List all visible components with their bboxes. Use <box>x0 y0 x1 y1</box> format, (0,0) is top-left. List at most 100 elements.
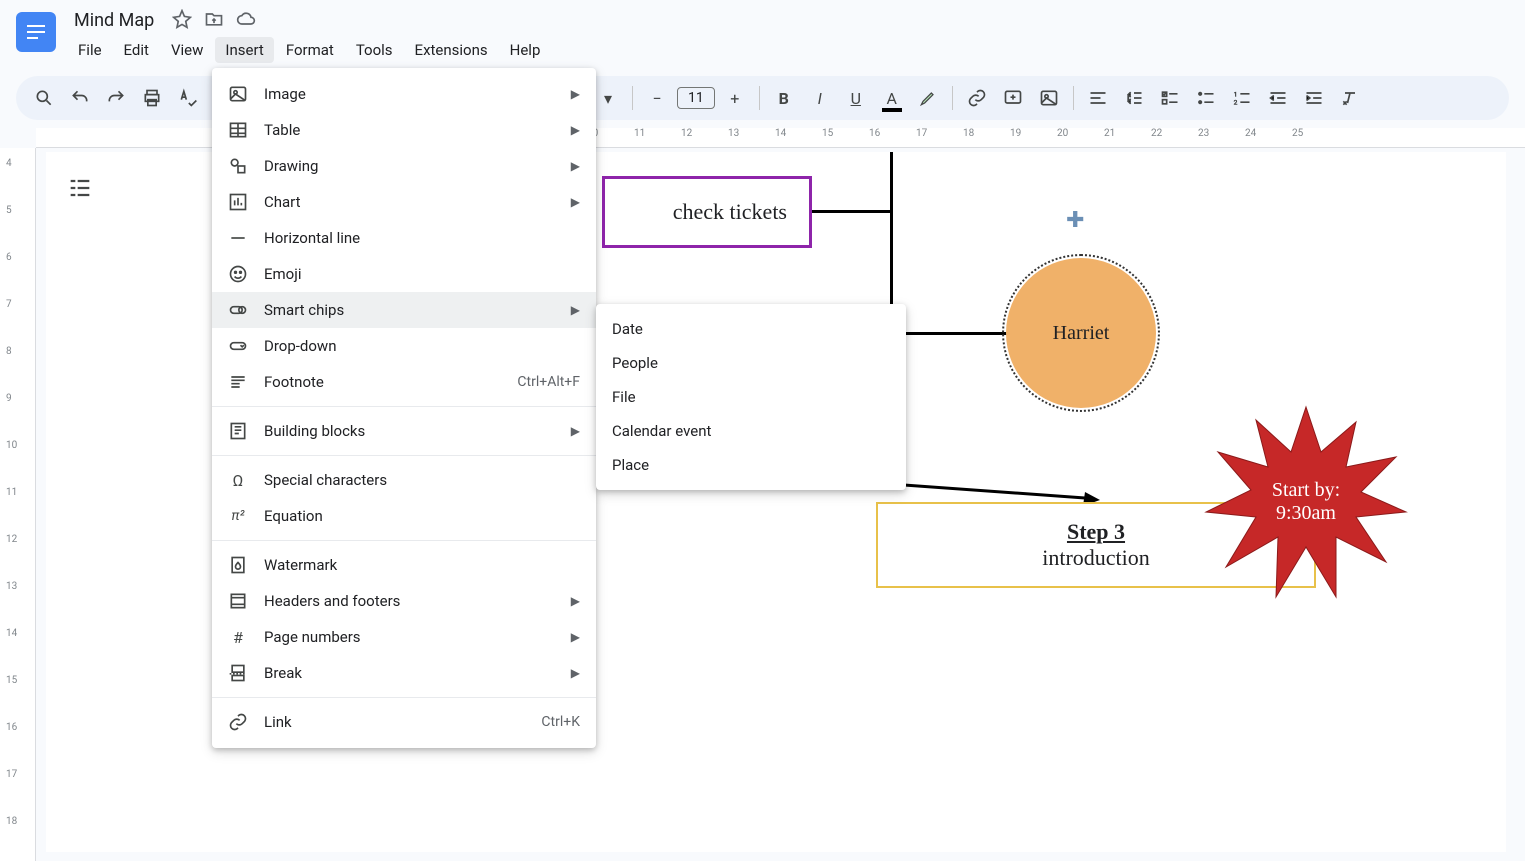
underline-icon[interactable]: U <box>840 82 872 114</box>
smartchip-file[interactable]: File <box>596 380 906 414</box>
insert-link[interactable]: LinkCtrl+K <box>212 704 596 740</box>
insert-emoji[interactable]: Emoji <box>212 256 596 292</box>
pagenum-icon: # <box>228 627 248 647</box>
insert-watermark[interactable]: Watermark <box>212 547 596 583</box>
bold-icon[interactable]: B <box>768 82 800 114</box>
shape-label: Start by: <box>1272 479 1340 502</box>
smartchip-place[interactable]: Place <box>596 448 906 482</box>
insert-break[interactable]: Break▶ <box>212 655 596 691</box>
document-title[interactable]: Mind Map <box>68 8 160 33</box>
outline-toggle-icon[interactable] <box>66 174 94 202</box>
indent-increase-icon[interactable] <box>1298 82 1330 114</box>
omega-icon: Ω <box>228 470 248 490</box>
chart-icon <box>228 192 248 212</box>
menubar: FileEditViewInsertFormatToolsExtensionsH… <box>68 37 550 63</box>
insert-page-numbers[interactable]: #Page numbers▶ <box>212 619 596 655</box>
emoji-icon <box>228 264 248 284</box>
italic-icon[interactable]: I <box>804 82 836 114</box>
star-icon[interactable] <box>172 9 192 33</box>
insert-special-characters[interactable]: ΩSpecial characters <box>212 462 596 498</box>
checklist-icon[interactable] <box>1154 82 1186 114</box>
footnote-icon <box>228 372 248 392</box>
submenu-arrow-icon: ▶ <box>571 424 580 438</box>
menu-extensions[interactable]: Extensions <box>405 37 498 63</box>
highlight-icon[interactable] <box>912 82 944 114</box>
bullets-icon[interactable] <box>1190 82 1222 114</box>
smartchip-people[interactable]: People <box>596 346 906 380</box>
spellcheck-icon[interactable] <box>172 82 204 114</box>
menu-view[interactable]: View <box>161 37 213 63</box>
menu-help[interactable]: Help <box>500 37 551 63</box>
numbered-list-icon[interactable]: 12 <box>1226 82 1258 114</box>
svg-text:2: 2 <box>1233 99 1237 107</box>
table-icon <box>228 120 248 140</box>
submenu-arrow-icon: ▶ <box>571 195 580 209</box>
smartchip-date[interactable]: Date <box>596 312 906 346</box>
chips-icon <box>228 300 248 320</box>
insert-building-blocks[interactable]: Building blocks▶ <box>212 413 596 449</box>
submenu-arrow-icon: ▶ <box>571 666 580 680</box>
insert-horizontal-line[interactable]: Horizontal line <box>212 220 596 256</box>
headers-icon <box>228 591 248 611</box>
insert-menu-dropdown: Image▶Table▶Drawing▶Chart▶Horizontal lin… <box>212 68 596 748</box>
break-icon <box>228 663 248 683</box>
comment-icon[interactable] <box>997 82 1029 114</box>
shape-harriet-circle[interactable]: Harriet <box>1006 258 1156 408</box>
menu-tools[interactable]: Tools <box>346 37 403 63</box>
hline-icon <box>228 228 248 248</box>
shape-label: 9:30am <box>1276 502 1336 525</box>
menu-file[interactable]: File <box>68 37 112 63</box>
link-icon[interactable] <box>961 82 993 114</box>
shape-label: Harriet <box>1053 322 1110 345</box>
shape-label: introduction <box>1042 545 1150 571</box>
svg-text:1: 1 <box>1233 90 1237 98</box>
dropdown-caret-icon[interactable]: ▾ <box>592 82 624 114</box>
align-icon[interactable] <box>1082 82 1114 114</box>
search-icon[interactable] <box>28 82 60 114</box>
image-icon[interactable] <box>1033 82 1065 114</box>
menu-format[interactable]: Format <box>276 37 344 63</box>
submenu-arrow-icon: ▶ <box>571 303 580 317</box>
connector-line <box>890 332 1010 335</box>
insert-footnote[interactable]: FootnoteCtrl+Alt+F <box>212 364 596 400</box>
insert-equation[interactable]: π²Equation <box>212 498 596 534</box>
font-size-input[interactable]: 11 <box>677 87 715 109</box>
line-spacing-icon[interactable] <box>1118 82 1150 114</box>
vertical-ruler: 456789101112131415161718 <box>0 148 36 861</box>
submenu-arrow-icon: ▶ <box>571 630 580 644</box>
insert-drawing[interactable]: Drawing▶ <box>212 148 596 184</box>
move-icon[interactable] <box>204 9 224 33</box>
smartchip-calendar-event[interactable]: Calendar event <box>596 414 906 448</box>
indent-decrease-icon[interactable] <box>1262 82 1294 114</box>
insert-headers-and-footers[interactable]: Headers and footers▶ <box>212 583 596 619</box>
clear-formatting-icon[interactable] <box>1334 82 1366 114</box>
docs-logo[interactable] <box>16 12 56 52</box>
link-icon <box>228 712 248 732</box>
shape-check-tickets[interactable]: check tickets <box>602 176 812 248</box>
decrease-font-icon[interactable]: − <box>641 82 673 114</box>
submenu-arrow-icon: ▶ <box>571 87 580 101</box>
insert-image[interactable]: Image▶ <box>212 76 596 112</box>
blocks-icon <box>228 421 248 441</box>
insert-smart-chips[interactable]: Smart chips▶ <box>212 292 596 328</box>
undo-icon[interactable] <box>64 82 96 114</box>
cloud-status-icon[interactable] <box>236 9 256 33</box>
submenu-arrow-icon: ▶ <box>571 123 580 137</box>
insert-chart[interactable]: Chart▶ <box>212 184 596 220</box>
plus-cross-icon: ✚ <box>1066 208 1084 233</box>
text-color-icon[interactable]: A <box>876 82 908 114</box>
dropdown-icon <box>228 336 248 356</box>
menu-insert[interactable]: Insert <box>215 37 273 63</box>
insert-drop-down[interactable]: Drop-down <box>212 328 596 364</box>
print-icon[interactable] <box>136 82 168 114</box>
shape-label: check tickets <box>673 199 787 225</box>
submenu-arrow-icon: ▶ <box>571 594 580 608</box>
shape-starburst[interactable]: Start by: 9:30am <box>1201 402 1411 602</box>
increase-font-icon[interactable]: + <box>719 82 751 114</box>
redo-icon[interactable] <box>100 82 132 114</box>
app-header: Mind Map FileEditViewInsertFormatToolsEx… <box>0 0 1525 68</box>
insert-table[interactable]: Table▶ <box>212 112 596 148</box>
submenu-arrow-icon: ▶ <box>571 159 580 173</box>
drawing-icon <box>228 156 248 176</box>
menu-edit[interactable]: Edit <box>114 37 159 63</box>
